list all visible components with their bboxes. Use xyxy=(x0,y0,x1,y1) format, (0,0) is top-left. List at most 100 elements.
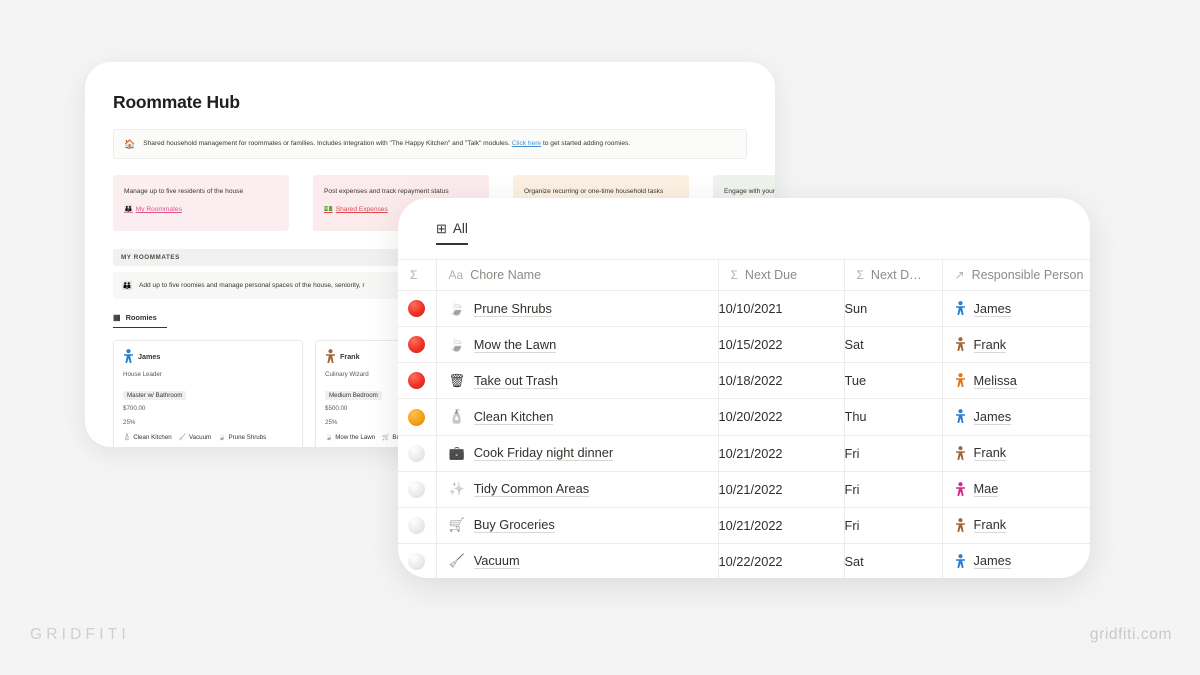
cell-next-day[interactable]: Fri xyxy=(844,471,943,508)
status-dot-gray[interactable] xyxy=(408,553,426,570)
relation-icon: ↗ xyxy=(954,268,965,282)
person-icon xyxy=(955,373,965,388)
cell-chore-name[interactable]: 🛒 Buy Groceries xyxy=(436,507,719,544)
status-dot-gray[interactable] xyxy=(408,444,426,462)
cell-chore-name[interactable]: 🧹 Vacuum xyxy=(436,543,719,578)
cell-responsible-person[interactable]: Frank xyxy=(942,435,1090,472)
cell-next-day[interactable]: Tue xyxy=(844,362,943,400)
status-dot-red[interactable] xyxy=(408,372,426,390)
roomie-chore-label: Vacuum xyxy=(188,433,212,441)
table-row[interactable]: 🧴 Clean Kitchen 10/20/2022 Thu James xyxy=(398,398,1090,436)
table-row[interactable]: 🍃 Prune Shrubs 10/10/2021 Sun James xyxy=(398,290,1090,328)
broom-icon: 🧹 xyxy=(178,434,187,441)
cell-next-due[interactable]: 10/20/2022 xyxy=(718,398,845,436)
roomie-role: House Leader xyxy=(123,371,162,378)
roomie-chore-item: 🧴 Clean Kitchen xyxy=(123,433,172,442)
column-header-next-day[interactable]: Σ Next D… xyxy=(844,259,943,291)
database-title-roomies[interactable]: ▦ Roomies xyxy=(113,313,167,328)
callout-text: Shared household management for roommate… xyxy=(143,138,630,149)
cell-next-due[interactable]: 10/21/2022 xyxy=(718,435,845,472)
cell-status[interactable] xyxy=(398,507,437,544)
person-icon xyxy=(326,349,335,363)
column-header-responsible-person[interactable]: ↗ Responsible Person xyxy=(942,259,1090,291)
watermark-gridfiti: GRIDFITI xyxy=(30,626,130,643)
cell-next-day[interactable]: Sat xyxy=(844,326,943,364)
person-name-text: Frank xyxy=(973,336,1007,353)
table-row[interactable]: 🛒 Buy Groceries 10/21/2022 Fri Frank xyxy=(398,507,1090,544)
cell-status[interactable] xyxy=(398,362,437,400)
cell-status[interactable] xyxy=(398,290,437,328)
cell-status[interactable] xyxy=(398,398,437,436)
column-header-status[interactable]: Σ xyxy=(398,259,437,291)
chore-name-text: Prune Shrubs xyxy=(473,300,552,317)
cell-chore-name[interactable]: 🗑 Take out Trash xyxy=(436,362,719,400)
table-row[interactable]: 🗑 Take out Trash 10/18/2022 Tue Melissa xyxy=(398,362,1090,400)
cell-chore-name[interactable]: 💼 Cook Friday night dinner xyxy=(436,435,719,472)
chore-icon: 🧴 xyxy=(448,408,465,424)
click-here-link[interactable]: Click here xyxy=(512,140,541,147)
cell-next-day[interactable]: Sat xyxy=(844,543,943,578)
roomie-chore-item: 🍃 Mow the Lawn xyxy=(325,433,376,442)
cell-next-day[interactable]: Thu xyxy=(844,398,943,436)
cell-responsible-person[interactable]: James xyxy=(942,398,1090,436)
feature-card-link-label: Shared Expenses xyxy=(335,206,388,213)
cart-icon: 🛒 xyxy=(382,434,390,441)
person-icon xyxy=(955,337,965,352)
cell-next-day[interactable]: Sun xyxy=(844,290,943,328)
column-header-label: Chore Name xyxy=(470,268,542,282)
cell-next-due[interactable]: 10/21/2022 xyxy=(718,507,845,544)
cell-chore-name[interactable]: 🍃 Mow the Lawn xyxy=(436,326,719,364)
roomie-room-tag: Medium Bedroom xyxy=(325,391,382,400)
table-row[interactable]: ✨ Tidy Common Areas 10/21/2022 Fri Mae xyxy=(398,471,1090,508)
roomie-card[interactable]: James House Leader Master w/ Bathroom $7… xyxy=(113,340,303,447)
chores-table: Σ Aa Chore Name Σ Next Due Σ Next D… ↗ R… xyxy=(398,259,1090,578)
cell-next-day[interactable]: Fri xyxy=(844,435,943,472)
feature-card-link[interactable]: 👪 My Roommates xyxy=(124,205,278,215)
cell-next-due[interactable]: 10/15/2022 xyxy=(718,326,845,364)
cell-next-day[interactable]: Fri xyxy=(844,507,943,544)
cell-responsible-person[interactable]: James xyxy=(942,290,1090,328)
cell-chore-name[interactable]: 🍃 Prune Shrubs xyxy=(436,290,719,328)
status-dot-red[interactable] xyxy=(408,300,426,318)
cell-next-due[interactable]: 10/18/2022 xyxy=(718,362,845,400)
database-title-label: Roomies xyxy=(125,313,157,322)
house-icon: 🏠 xyxy=(124,139,136,149)
cell-status[interactable] xyxy=(398,543,437,578)
cell-status[interactable] xyxy=(398,471,437,508)
person-name-text: James xyxy=(973,408,1012,425)
cell-chore-name[interactable]: 🧴 Clean Kitchen xyxy=(436,398,719,436)
cell-status[interactable] xyxy=(398,435,437,472)
table-icon: ⊞ xyxy=(436,221,447,236)
cell-status[interactable] xyxy=(398,326,437,364)
column-header-chore-name[interactable]: Aa Chore Name xyxy=(436,259,719,291)
callout-text-before: Shared household management for roommate… xyxy=(143,140,512,147)
column-header-next-due[interactable]: Σ Next Due xyxy=(718,259,845,291)
table-row[interactable]: 💼 Cook Friday night dinner 10/21/2022 Fri Fr… xyxy=(398,435,1090,472)
chore-icon: 🛒 xyxy=(448,517,465,533)
feature-card-my-roommates[interactable]: Manage up to five residents of the house… xyxy=(113,175,289,231)
table-row[interactable]: 🧹 Vacuum 10/22/2022 Sat James xyxy=(398,543,1090,578)
status-dot-gray[interactable] xyxy=(408,480,426,498)
money-icon: 💵 xyxy=(324,206,333,213)
cell-next-due[interactable]: 10/10/2021 xyxy=(718,290,845,328)
cell-responsible-person[interactable]: Frank xyxy=(942,507,1090,544)
status-dot-orange[interactable] xyxy=(408,408,426,426)
roomie-chore-label: Mow the Lawn xyxy=(335,433,376,441)
feature-card-desc: Manage up to five residents of the house xyxy=(124,188,244,195)
cell-responsible-person[interactable]: Mae xyxy=(942,471,1090,508)
status-dot-red[interactable] xyxy=(408,336,426,354)
cell-responsible-person[interactable]: Frank xyxy=(942,326,1090,364)
person-name-text: James xyxy=(973,553,1012,570)
cell-responsible-person[interactable]: Melissa xyxy=(942,362,1090,400)
table-row[interactable]: 🍃 Mow the Lawn 10/15/2022 Sat Frank xyxy=(398,326,1090,364)
status-dot-gray[interactable] xyxy=(408,516,426,534)
formula-icon: Σ xyxy=(410,268,418,282)
watermark-gridfiti-url: gridfiti.com xyxy=(1089,626,1172,643)
family-icon: 👪 xyxy=(124,206,133,213)
chore-icon: 💼 xyxy=(448,445,465,461)
cell-chore-name[interactable]: ✨ Tidy Common Areas xyxy=(436,471,719,508)
cell-responsible-person[interactable]: James xyxy=(942,543,1090,578)
tab-all[interactable]: ⊞ All xyxy=(436,221,468,245)
cell-next-due[interactable]: 10/21/2022 xyxy=(718,471,845,508)
cell-next-due[interactable]: 10/22/2022 xyxy=(718,543,845,578)
